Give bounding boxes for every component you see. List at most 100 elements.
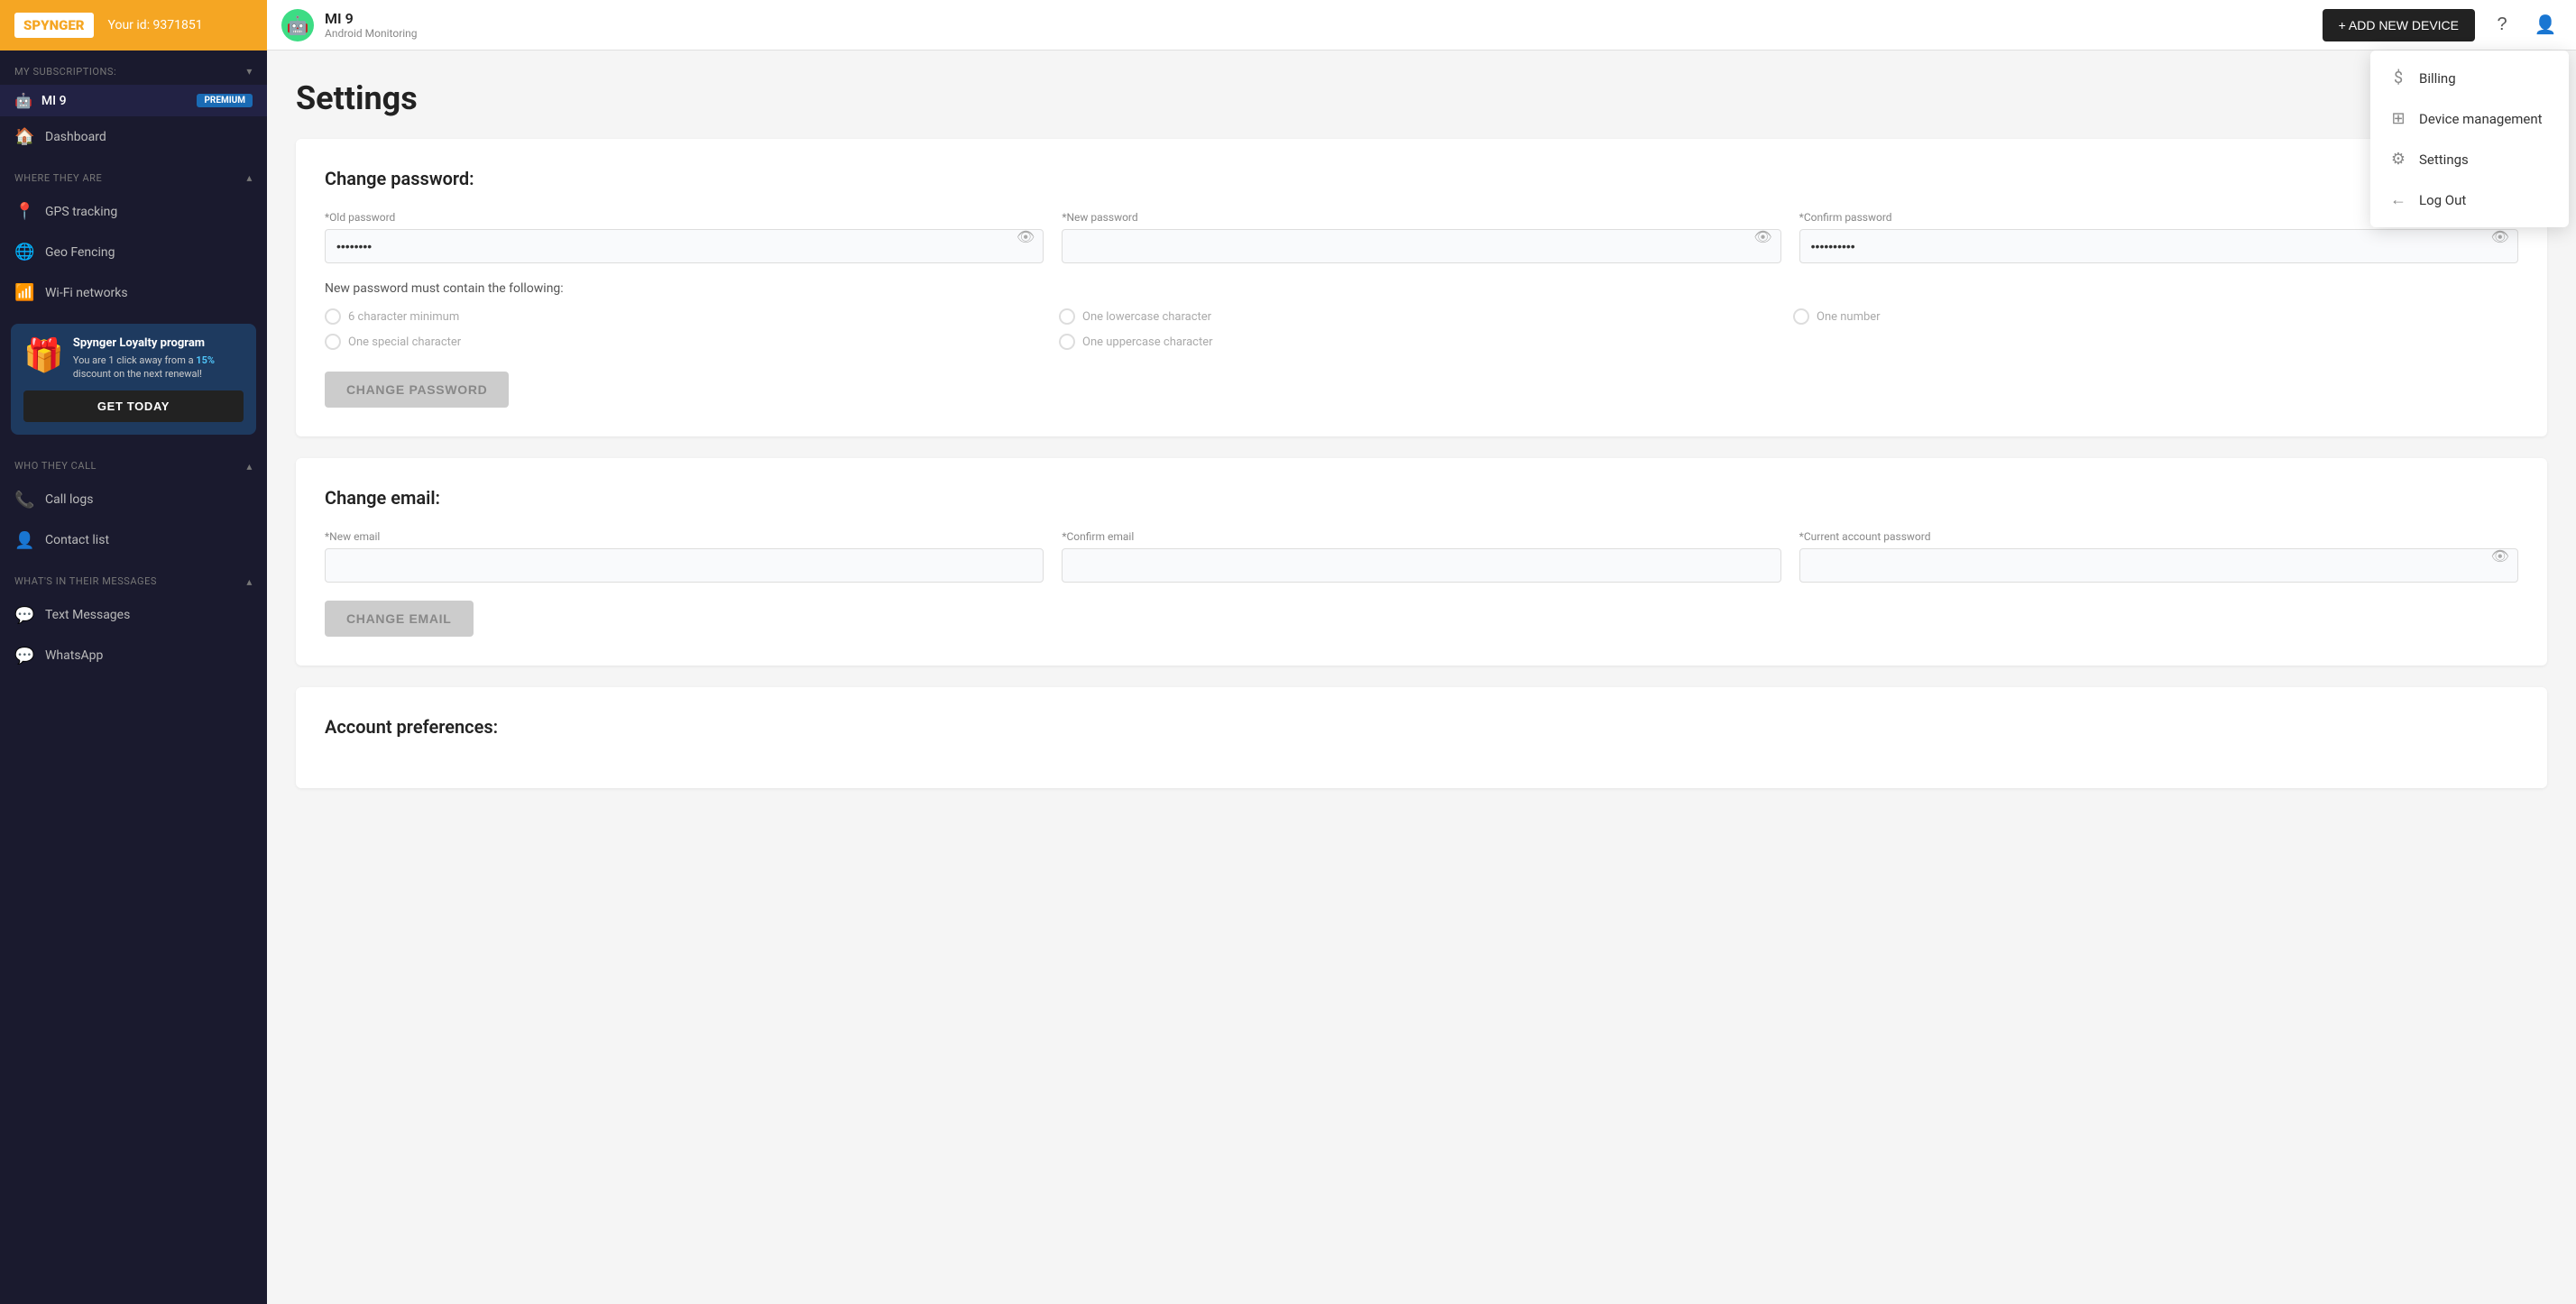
dropdown-label-settings: Settings bbox=[2419, 152, 2469, 168]
change-email-button[interactable]: CHANGE EMAIL bbox=[325, 601, 474, 637]
change-email-title: Change email: bbox=[325, 487, 2518, 509]
page-title: Settings bbox=[296, 79, 2547, 117]
sidebar-label-call-logs: Call logs bbox=[45, 492, 93, 507]
sidebar-item-geofencing[interactable]: 🌐 Geo Fencing bbox=[0, 232, 267, 272]
get-today-button[interactable]: GET TODAY bbox=[23, 390, 244, 422]
req-circle-1 bbox=[325, 308, 341, 325]
dropdown-item-settings[interactable]: ⚙ Settings bbox=[2370, 139, 2569, 179]
profile-button[interactable]: 👤 bbox=[2529, 9, 2562, 41]
android-icon: 🤖 bbox=[281, 9, 314, 41]
loyalty-title: Spynger Loyalty program bbox=[73, 336, 244, 350]
settings-icon: ⚙ bbox=[2388, 150, 2408, 169]
dropdown-item-logout[interactable]: ← Log Out bbox=[2370, 179, 2569, 220]
req-uppercase: One uppercase character bbox=[1059, 334, 1784, 350]
dropdown-item-device-management[interactable]: ⊞ Device management bbox=[2370, 98, 2569, 139]
req-min-chars: 6 character minimum bbox=[325, 308, 1050, 325]
sidebar-item-contact-list[interactable]: 👤 Contact list bbox=[0, 520, 267, 561]
subscription-item[interactable]: 🤖 MI 9 PREMIUM bbox=[0, 85, 267, 116]
sidebar-label-text-messages: Text Messages bbox=[45, 608, 130, 622]
req-circle-4 bbox=[325, 334, 341, 350]
change-password-button[interactable]: CHANGE PASSWORD bbox=[325, 372, 509, 408]
current-account-password-input[interactable] bbox=[1799, 548, 2518, 583]
help-button[interactable]: ? bbox=[2486, 9, 2518, 41]
req-label-4: One special character bbox=[348, 335, 461, 349]
current-password-group: *Current account password 👁 bbox=[1799, 530, 2518, 583]
new-password-group: *New password 👁 bbox=[1062, 211, 1780, 263]
change-password-title: Change password: bbox=[325, 168, 2518, 189]
change-password-card: Change password: *Old password 👁 *New pa… bbox=[296, 139, 2547, 436]
where-they-are-label: WHERE THEY ARE bbox=[14, 172, 102, 184]
requirements-grid: 6 character minimum One lowercase charac… bbox=[325, 308, 2518, 350]
premium-badge: PREMIUM bbox=[197, 94, 253, 107]
where-they-are-header: WHERE THEY ARE ▴ bbox=[0, 157, 267, 191]
sidebar-item-text-messages[interactable]: 💬 Text Messages bbox=[0, 595, 267, 636]
req-special: One special character bbox=[325, 334, 1050, 350]
android-device-icon: 🤖 bbox=[14, 92, 32, 109]
sms-icon: 💬 bbox=[14, 606, 34, 625]
dropdown-menu: $ Billing ⊞ Device management ⚙ Settings… bbox=[2370, 51, 2569, 227]
logout-icon: ← bbox=[2388, 190, 2408, 209]
sidebar-label-dashboard: Dashboard bbox=[45, 130, 106, 144]
email-fields-row: *New email *Confirm email *Current accou… bbox=[325, 530, 2518, 583]
gps-icon: 📍 bbox=[14, 202, 34, 221]
contact-icon: 👤 bbox=[14, 531, 34, 550]
home-icon: 🏠 bbox=[14, 127, 34, 146]
new-password-eye-button[interactable]: 👁 bbox=[1753, 228, 1771, 246]
req-circle-3 bbox=[1793, 308, 1809, 325]
chevron-up-icon-3: ▴ bbox=[246, 575, 253, 588]
current-password-label: *Current account password bbox=[1799, 530, 2518, 543]
messages-section-label: WHAT'S IN THEIR MESSAGES bbox=[14, 575, 157, 587]
password-fields-row: *Old password 👁 *New password 👁 *Confirm… bbox=[325, 211, 2518, 263]
sidebar-item-wifi[interactable]: 📶 Wi-Fi networks bbox=[0, 272, 267, 313]
sidebar-item-gps[interactable]: 📍 GPS tracking bbox=[0, 191, 267, 232]
new-password-label: *New password bbox=[1062, 211, 1780, 224]
req-label-3: One number bbox=[1817, 310, 1881, 324]
who-they-call-header: WHO THEY CALL ▴ bbox=[0, 445, 267, 480]
sidebar: MY SUBSCRIPTIONS: ▾ 🤖 MI 9 PREMIUM 🏠 Das… bbox=[0, 51, 267, 1304]
header-actions: + ADD NEW DEVICE ? 👤 bbox=[2323, 9, 2562, 41]
header-logo-area: SPYNGER Your id: 9371851 bbox=[0, 0, 267, 51]
new-email-input[interactable] bbox=[325, 548, 1044, 583]
subscription-device-name: MI 9 bbox=[41, 94, 67, 108]
loyalty-content: 🎁 Spynger Loyalty program You are 1 clic… bbox=[23, 336, 244, 381]
whats-in-messages-header: WHAT'S IN THEIR MESSAGES ▴ bbox=[0, 561, 267, 595]
sidebar-item-call-logs[interactable]: 📞 Call logs bbox=[0, 480, 267, 520]
old-password-group: *Old password 👁 bbox=[325, 211, 1044, 263]
sidebar-label-whatsapp: WhatsApp bbox=[45, 648, 103, 663]
dropdown-label-device-management: Device management bbox=[2419, 111, 2543, 127]
dropdown-label-logout: Log Out bbox=[2419, 192, 2466, 208]
sidebar-item-whatsapp[interactable]: 💬 WhatsApp bbox=[0, 636, 267, 676]
confirm-password-input[interactable] bbox=[1799, 229, 2518, 263]
old-password-eye-button[interactable]: 👁 bbox=[1017, 228, 1035, 246]
discount-highlight: 15% bbox=[196, 354, 215, 366]
req-circle-2 bbox=[1059, 308, 1075, 325]
loyalty-text: Spynger Loyalty program You are 1 click … bbox=[73, 336, 244, 381]
chevron-up-icon-2: ▴ bbox=[246, 460, 253, 473]
dropdown-item-billing[interactable]: $ Billing bbox=[2370, 58, 2569, 98]
confirm-email-input[interactable] bbox=[1062, 548, 1780, 583]
confirm-password-eye-button[interactable]: 👁 bbox=[2491, 228, 2509, 246]
requirements-title: New password must contain the following: bbox=[325, 281, 2518, 296]
call-icon: 📞 bbox=[14, 491, 34, 510]
req-label-5: One uppercase character bbox=[1082, 335, 1213, 349]
add-device-button[interactable]: + ADD NEW DEVICE bbox=[2323, 9, 2475, 41]
new-password-input[interactable] bbox=[1062, 229, 1780, 263]
current-password-eye-button[interactable]: 👁 bbox=[2491, 547, 2509, 565]
sidebar-item-dashboard[interactable]: 🏠 Dashboard bbox=[0, 116, 267, 157]
geofence-icon: 🌐 bbox=[14, 243, 34, 262]
loyalty-desc: You are 1 click away from a 15% discount… bbox=[73, 354, 244, 381]
device-management-icon: ⊞ bbox=[2388, 109, 2408, 128]
old-password-input[interactable] bbox=[325, 229, 1044, 263]
confirm-email-group: *Confirm email bbox=[1062, 530, 1780, 583]
loyalty-card: 🎁 Spynger Loyalty program You are 1 clic… bbox=[11, 324, 256, 435]
confirm-email-label: *Confirm email bbox=[1062, 530, 1780, 543]
who-they-call-label: WHO THEY CALL bbox=[14, 460, 97, 472]
new-email-group: *New email bbox=[325, 530, 1044, 583]
old-password-label: *Old password bbox=[325, 211, 1044, 224]
req-circle-5 bbox=[1059, 334, 1075, 350]
sidebar-label-geofencing: Geo Fencing bbox=[45, 245, 115, 260]
sidebar-label-wifi: Wi-Fi networks bbox=[45, 286, 128, 300]
req-lowercase: One lowercase character bbox=[1059, 308, 1784, 325]
device-sub: Android Monitoring bbox=[325, 27, 418, 40]
user-id: Your id: 9371851 bbox=[108, 18, 203, 32]
